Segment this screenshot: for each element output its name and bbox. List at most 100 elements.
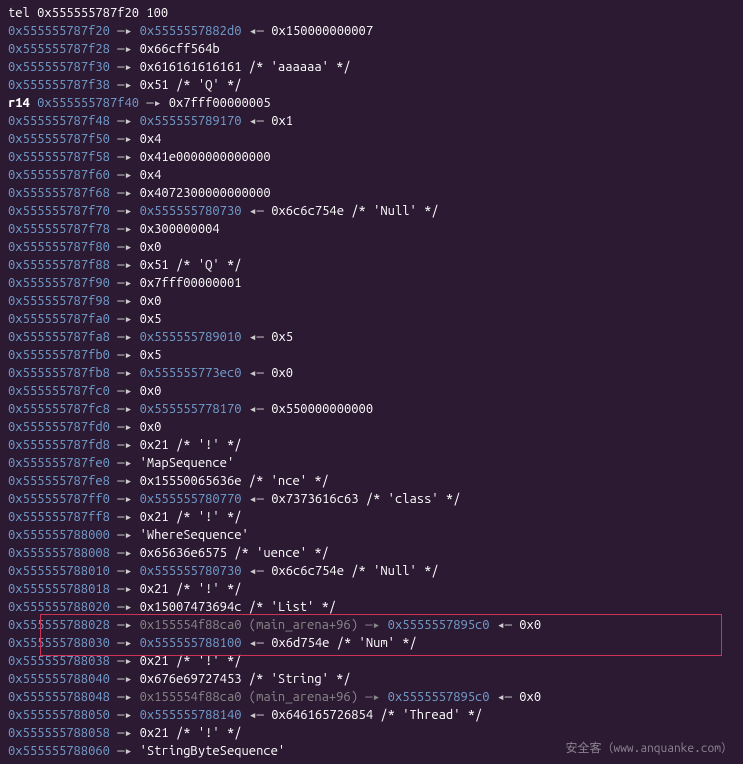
memory-line: 0x555555787ff0 —▸ 0x555555780770 ◂— 0x73… bbox=[8, 490, 735, 508]
memory-value: 0x1 bbox=[271, 114, 293, 128]
arrow-left-icon: ◂— bbox=[242, 402, 272, 416]
memory-value: 0x7373616c63 /* 'class' */ bbox=[271, 492, 460, 506]
arrow-right-icon: —▸ bbox=[110, 276, 140, 290]
memory-line: 0x555555787ff8 —▸ 0x21 /* '!' */ bbox=[8, 508, 735, 526]
arrow-right-icon: —▸ bbox=[110, 348, 140, 362]
memory-line: 0x555555787f88 —▸ 0x51 /* 'Q' */ bbox=[8, 256, 735, 274]
memory-address: 0x555555788020 bbox=[8, 600, 110, 614]
memory-address: 0x555555787fc8 bbox=[8, 402, 110, 416]
arrow-right-icon: —▸ bbox=[110, 60, 140, 74]
arrow-right-icon: —▸ bbox=[110, 492, 140, 506]
arrow-right-icon: —▸ bbox=[110, 708, 140, 722]
memory-value: 0x5 bbox=[140, 348, 162, 362]
pointer-value: 0x555555789010 bbox=[140, 330, 242, 344]
arrow-right-icon: —▸ bbox=[110, 366, 140, 380]
arrow-right-icon: —▸ bbox=[110, 114, 140, 128]
memory-address: 0x555555787f68 bbox=[8, 186, 110, 200]
arrow-right-icon: —▸ bbox=[110, 510, 140, 524]
memory-value: 0x4 bbox=[140, 132, 162, 146]
dim-value: 0x155554f88ca0 (main_arena+96) bbox=[140, 618, 358, 632]
memory-value: 0x6c6c754e /* 'Null' */ bbox=[271, 564, 438, 578]
memory-value: 0x66cff564b bbox=[140, 42, 220, 56]
memory-line: 0x555555787f30 —▸ 0x616161616161 /* 'aaa… bbox=[8, 58, 735, 76]
memory-line: 0x555555787f28 —▸ 0x66cff564b bbox=[8, 40, 735, 58]
memory-address: 0x555555788010 bbox=[8, 564, 110, 578]
memory-address: 0x555555788030 bbox=[8, 636, 110, 650]
memory-address: 0x555555787f60 bbox=[8, 168, 110, 182]
arrow-right-icon: —▸ bbox=[110, 726, 140, 740]
memory-value: 0x21 /* '!' */ bbox=[140, 582, 242, 596]
arrow-right-icon: —▸ bbox=[110, 546, 140, 560]
memory-address: 0x555555788000 bbox=[8, 528, 110, 542]
pointer-value: 0x555555780730 bbox=[140, 204, 242, 218]
memory-address: 0x555555787f98 bbox=[8, 294, 110, 308]
memory-address: 0x555555788008 bbox=[8, 546, 110, 560]
memory-line: 0x555555787f60 —▸ 0x4 bbox=[8, 166, 735, 184]
memory-address: 0x555555787f88 bbox=[8, 258, 110, 272]
memory-dump: tel 0x555555787f20 100 0x555555787f20 —▸… bbox=[8, 4, 735, 760]
memory-value: 0x150000000007 bbox=[271, 24, 373, 38]
arrow-left-icon: ◂— bbox=[490, 618, 520, 632]
memory-line: 0x555555787fc8 —▸ 0x555555778170 ◂— 0x55… bbox=[8, 400, 735, 418]
memory-value: 0x0 bbox=[519, 690, 541, 704]
arrow-left-icon: ◂— bbox=[242, 204, 272, 218]
dim-value: 0x155554f88ca0 (main_arena+96) bbox=[140, 690, 358, 704]
arrow-right-icon: —▸ bbox=[110, 474, 140, 488]
memory-value: 0x0 bbox=[140, 384, 162, 398]
arrow-right-icon: —▸ bbox=[358, 618, 388, 632]
pointer-value: 0x555555773ec0 bbox=[140, 366, 242, 380]
memory-value: 0x676e69727453 /* 'String' */ bbox=[140, 672, 351, 686]
pointer-value: 0x555555778170 bbox=[140, 402, 242, 416]
memory-address: 0x555555788038 bbox=[8, 654, 110, 668]
arrow-right-icon: —▸ bbox=[110, 582, 140, 596]
memory-address: 0x555555787f28 bbox=[8, 42, 110, 56]
memory-value: 0x21 /* '!' */ bbox=[140, 510, 242, 524]
memory-address: 0x555555787f80 bbox=[8, 240, 110, 254]
memory-address: 0x555555788028 bbox=[8, 618, 110, 632]
memory-value: 0x21 /* '!' */ bbox=[140, 438, 242, 452]
memory-line: 0x555555787f90 —▸ 0x7fff00000001 bbox=[8, 274, 735, 292]
arrow-right-icon: —▸ bbox=[110, 330, 140, 344]
memory-value: 0x4072300000000000 bbox=[140, 186, 271, 200]
arrow-right-icon: —▸ bbox=[110, 78, 140, 92]
arrow-right-icon: —▸ bbox=[110, 150, 140, 164]
memory-value: 0x550000000000 bbox=[271, 402, 373, 416]
memory-line: 0x555555787fd8 —▸ 0x21 /* '!' */ bbox=[8, 436, 735, 454]
arrow-right-icon: —▸ bbox=[110, 420, 140, 434]
memory-line: 0x555555788000 —▸ 'WhereSequence' bbox=[8, 526, 735, 544]
memory-address: 0x555555787fd8 bbox=[8, 438, 110, 452]
arrow-right-icon: —▸ bbox=[110, 258, 140, 272]
arrow-left-icon: ◂— bbox=[242, 708, 272, 722]
memory-line: 0x555555788020 —▸ 0x15007473694c /* 'Lis… bbox=[8, 598, 735, 616]
arrow-left-icon: ◂— bbox=[242, 492, 272, 506]
memory-address: 0x555555787ff0 bbox=[8, 492, 110, 506]
arrow-right-icon: —▸ bbox=[110, 618, 140, 632]
arrow-left-icon: ◂— bbox=[242, 366, 272, 380]
memory-line: tel 0x555555787f20 100 bbox=[8, 4, 735, 22]
memory-address: 0x555555788060 bbox=[8, 744, 110, 758]
memory-address: 0x555555787ff8 bbox=[8, 510, 110, 524]
memory-line: 0x555555787fe8 —▸ 0x15550065636e /* 'nce… bbox=[8, 472, 735, 490]
pointer-value: 0x555555788140 bbox=[140, 708, 242, 722]
arrow-right-icon: —▸ bbox=[110, 204, 140, 218]
pointer-value: 0x5555557895c0 bbox=[388, 690, 490, 704]
arrow-right-icon: —▸ bbox=[110, 744, 140, 758]
memory-address: 0x555555787fa8 bbox=[8, 330, 110, 344]
memory-line: 0x555555787f58 —▸ 0x41e0000000000000 bbox=[8, 148, 735, 166]
arrow-right-icon: —▸ bbox=[110, 222, 140, 236]
memory-address: 0x555555787f58 bbox=[8, 150, 110, 164]
arrow-left-icon: ◂— bbox=[242, 330, 272, 344]
arrow-right-icon: —▸ bbox=[110, 384, 140, 398]
memory-address: 0x555555787f90 bbox=[8, 276, 110, 290]
watermark: 安全客（www.anquanke.com） bbox=[565, 740, 733, 758]
pointer-value: 0x555555780770 bbox=[140, 492, 242, 506]
memory-line: 0x555555788038 —▸ 0x21 /* '!' */ bbox=[8, 652, 735, 670]
string-value: 'MapSequence' bbox=[140, 456, 235, 470]
pointer-value: 0x555555780730 bbox=[140, 564, 242, 578]
register-label: r14 bbox=[8, 96, 37, 110]
memory-line: 0x555555788010 —▸ 0x555555780730 ◂— 0x6c… bbox=[8, 562, 735, 580]
memory-line: 0x555555787f70 —▸ 0x555555780730 ◂— 0x6c… bbox=[8, 202, 735, 220]
memory-value: 0x51 /* 'Q' */ bbox=[140, 78, 242, 92]
memory-value: 0x0 bbox=[140, 240, 162, 254]
arrow-right-icon: —▸ bbox=[110, 600, 140, 614]
